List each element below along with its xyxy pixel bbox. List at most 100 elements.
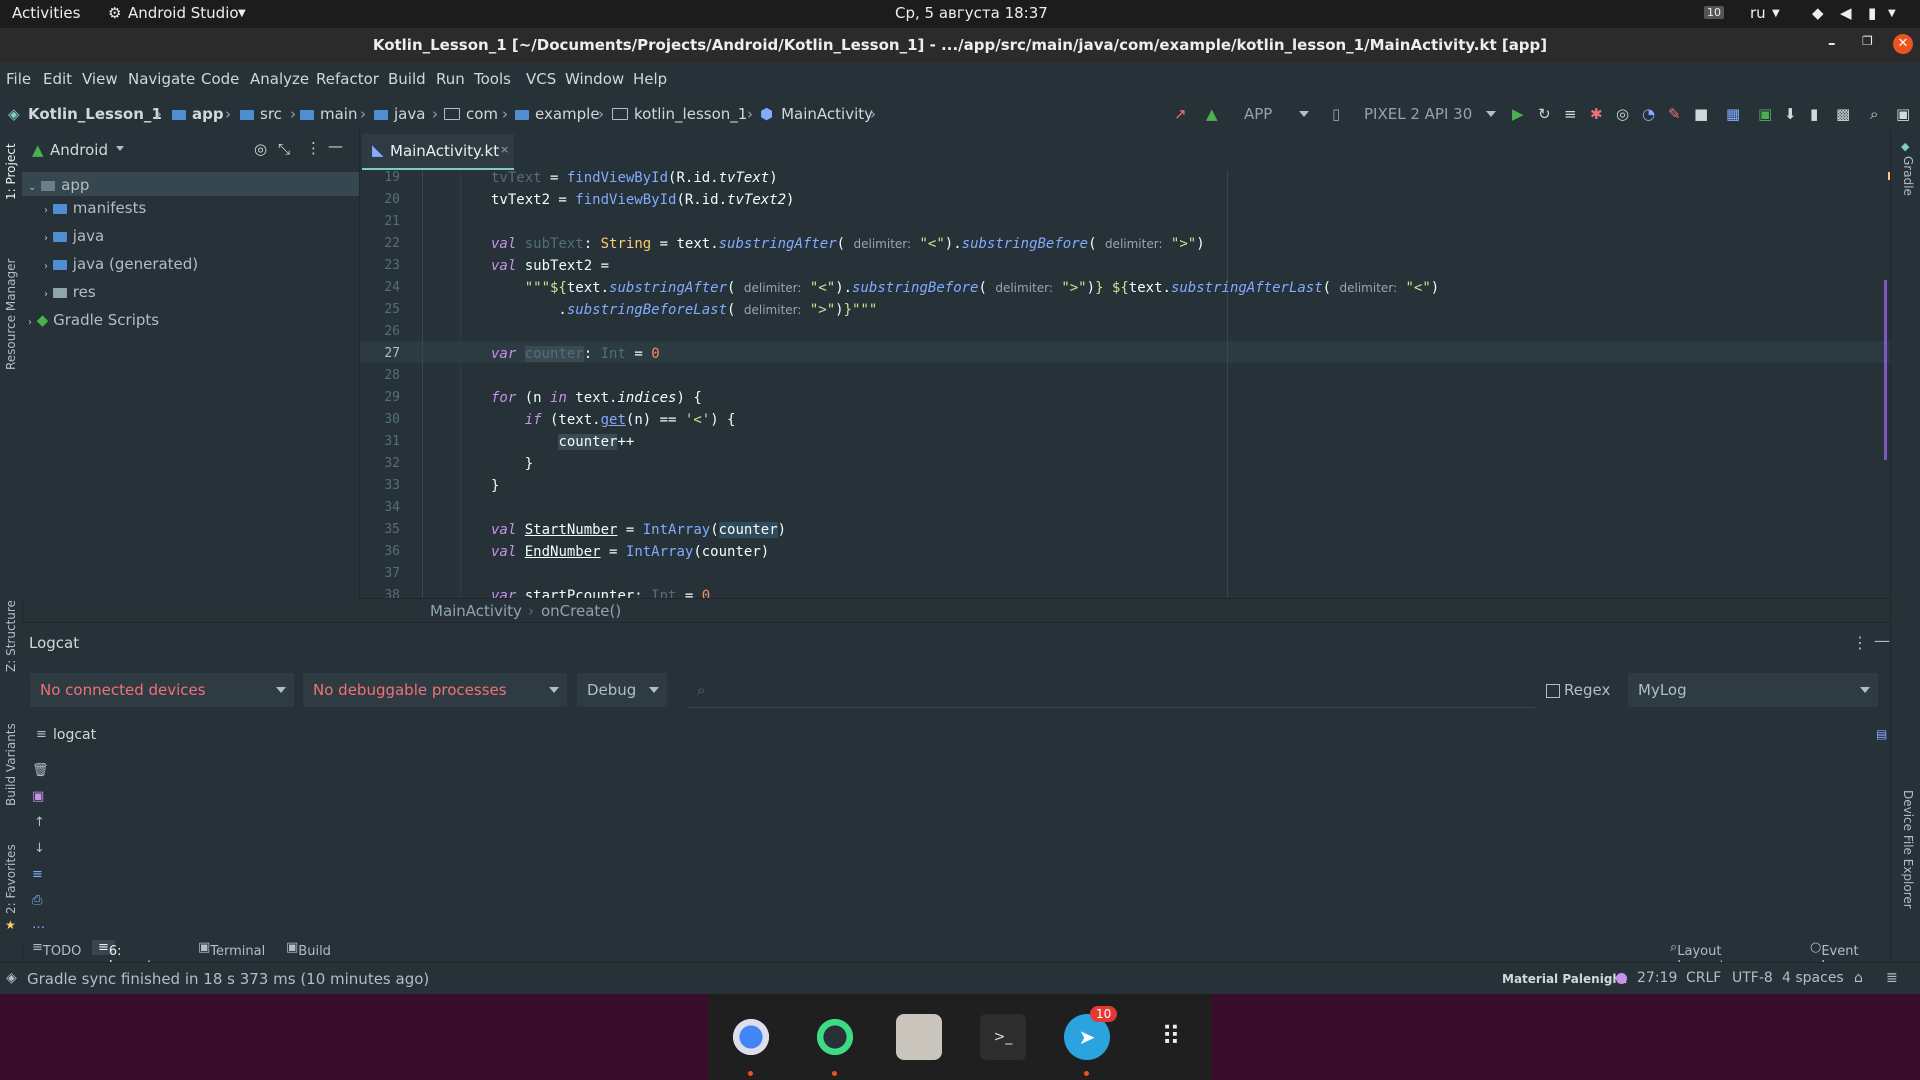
coverage-icon[interactable]: ◎ xyxy=(1616,105,1629,123)
close-icon[interactable]: ✕ xyxy=(1893,34,1913,54)
regex-checkbox[interactable] xyxy=(1546,684,1560,698)
locate-icon[interactable]: ◎ xyxy=(254,140,267,158)
down-arrow-icon[interactable]: ↓ xyxy=(34,841,45,856)
up-arrow-icon[interactable]: ↑ xyxy=(34,815,45,830)
run-config-select[interactable]: APP xyxy=(1244,105,1272,123)
hide-panel-icon[interactable]: — xyxy=(1874,631,1890,650)
volume-icon[interactable]: ◀ xyxy=(1840,4,1852,22)
tool-favorites[interactable]: 2: Favorites xyxy=(4,844,18,914)
tree-item-java[interactable]: › java xyxy=(44,227,104,245)
search-icon[interactable]: ⌕ xyxy=(1870,105,1878,123)
tool-resource-manager[interactable]: Resource Manager xyxy=(4,259,18,370)
hide-panel-icon[interactable]: — xyxy=(328,137,343,155)
breadcrumb-project[interactable]: Kotlin_Lesson_1 xyxy=(28,105,162,123)
tab-layout-inspector[interactable]: ⌕ Layout Inspector xyxy=(1670,940,1738,974)
breadcrumb-main[interactable]: main xyxy=(300,105,357,123)
scroll-marker[interactable] xyxy=(1884,280,1887,460)
minimize-icon[interactable]: – xyxy=(1828,34,1836,52)
filter-dropdown[interactable]: MyLog xyxy=(1628,673,1878,707)
profile-icon[interactable]: ◔ xyxy=(1642,105,1655,123)
scroll-to-end-icon[interactable]: ▣ xyxy=(32,789,44,804)
menu-code[interactable]: Code xyxy=(201,70,239,88)
device-dropdown[interactable]: No connected devices xyxy=(30,673,294,707)
line-separator[interactable]: CRLF xyxy=(1686,970,1721,986)
show-applications-icon[interactable]: ⠿ xyxy=(1148,1014,1194,1060)
app-menu[interactable]: Android Studio xyxy=(128,4,239,22)
code-editor[interactable]: 19 20 21 22 23 24 25 26 27 28 29 30 31 3… xyxy=(360,170,1896,604)
apply-changes-icon[interactable]: ↻ xyxy=(1538,105,1551,123)
clock[interactable]: Ср, 5 августа 18:37 xyxy=(895,4,1048,22)
collapse-all-icon[interactable]: ⤡ xyxy=(278,140,290,158)
clear-logcat-icon[interactable]: 🗑 xyxy=(32,763,49,778)
breadcrumb-app[interactable]: app xyxy=(172,105,224,123)
lock-icon[interactable]: ⌂ xyxy=(1854,970,1863,986)
breadcrumb-com[interactable]: com xyxy=(444,105,498,123)
tool-device-file-explorer[interactable]: Device File Explorer xyxy=(1901,790,1915,909)
maximize-icon[interactable]: ❐ xyxy=(1862,34,1873,48)
tool-build-variants[interactable]: Build Variants xyxy=(4,723,18,806)
tab-mainactivity[interactable]: ◣ MainActivity.kt × xyxy=(362,134,514,170)
tab-todo[interactable]: ≡ TODO xyxy=(32,940,81,959)
project-view-select[interactable]: Android xyxy=(50,141,108,159)
theme-name[interactable]: Material Palenight xyxy=(1502,972,1627,986)
menu-help[interactable]: Help xyxy=(633,70,667,88)
terminal-icon[interactable]: >_ xyxy=(980,1014,1026,1060)
logcat-tab[interactable]: logcat xyxy=(53,727,96,743)
print-icon[interactable]: ⎙ xyxy=(32,893,42,908)
run-icon[interactable]: ▶ xyxy=(1512,105,1524,123)
menu-navigate[interactable]: Navigate xyxy=(128,70,195,88)
tree-item-manifests[interactable]: › manifests xyxy=(44,199,146,217)
battery-icon[interactable]: ▮ xyxy=(1868,4,1876,22)
more-options-icon[interactable]: ⋮ xyxy=(306,139,321,157)
logcat-search-input[interactable]: ⌕ xyxy=(687,673,1535,708)
wifi-icon[interactable]: ◆ xyxy=(1812,4,1824,22)
menu-tools[interactable]: Tools xyxy=(474,70,511,88)
menu-analyze[interactable]: Analyze xyxy=(250,70,309,88)
tree-item-app[interactable]: ⌄ app xyxy=(28,176,89,194)
stop-icon[interactable]: ■ xyxy=(1694,105,1708,123)
breadcrumb-src[interactable]: src xyxy=(240,105,282,123)
more-icon[interactable]: … xyxy=(32,917,45,932)
notification-badge[interactable]: 10 xyxy=(1704,6,1724,19)
memory-indicator-icon[interactable]: ≣ xyxy=(1886,970,1898,986)
tree-item-java-generated[interactable]: › java (generated) xyxy=(44,255,198,273)
close-tab-icon[interactable]: × xyxy=(500,143,509,156)
avatar[interactable]: ▣ xyxy=(1896,105,1910,123)
files-icon[interactable] xyxy=(896,1014,942,1060)
apply-code-changes-icon[interactable]: ≡ xyxy=(1564,105,1577,123)
tool-structure[interactable]: Z: Structure xyxy=(4,600,18,672)
menu-window[interactable]: Window xyxy=(565,70,624,88)
menu-refactor[interactable]: Refactor xyxy=(316,70,379,88)
status-message[interactable]: Gradle sync finished in 18 s 373 ms (10 … xyxy=(27,970,429,988)
hammer-icon[interactable]: ↗ xyxy=(1174,105,1187,123)
breadcrumb-package[interactable]: kotlin_lesson_1 xyxy=(612,105,747,123)
menu-build[interactable]: Build xyxy=(388,70,426,88)
android-studio-icon[interactable] xyxy=(812,1014,858,1060)
menu-run[interactable]: Run xyxy=(436,70,465,88)
caret-position[interactable]: 27:19 xyxy=(1637,970,1677,986)
menu-edit[interactable]: Edit xyxy=(43,70,72,88)
avd-manager-icon[interactable]: ▣ xyxy=(1758,105,1772,123)
soft-wrap-icon[interactable]: ≡ xyxy=(32,867,43,882)
sync-icon[interactable]: ▦ xyxy=(1726,105,1740,123)
device-manager-icon[interactable]: ▮ xyxy=(1810,105,1818,123)
language-indicator[interactable]: ru xyxy=(1750,4,1766,22)
context-class[interactable]: MainActivity xyxy=(430,602,522,620)
breadcrumb-example[interactable]: example xyxy=(515,105,600,123)
menu-file[interactable]: File xyxy=(6,70,31,88)
layout-icon[interactable]: ▤ xyxy=(1876,727,1887,741)
debug-icon[interactable]: ✱ xyxy=(1590,105,1603,123)
log-level-dropdown[interactable]: Debug xyxy=(577,673,667,707)
tab-build[interactable]: ▣ Build xyxy=(286,940,331,959)
tool-gradle[interactable]: Gradle xyxy=(1901,156,1915,196)
tree-item-res[interactable]: › res xyxy=(44,283,96,301)
file-encoding[interactable]: UTF-8 xyxy=(1732,970,1773,986)
tab-terminal[interactable]: ▣ Terminal xyxy=(198,940,265,959)
breadcrumb-java[interactable]: java xyxy=(374,105,425,123)
process-dropdown[interactable]: No debuggable processes xyxy=(303,673,567,707)
activities-button[interactable]: Activities xyxy=(12,4,80,22)
device-select[interactable]: PIXEL 2 API 30 xyxy=(1364,105,1472,123)
tab-logcat[interactable]: ≡ 6: Logcat xyxy=(92,940,152,974)
indent-setting[interactable]: 4 spaces xyxy=(1782,970,1844,986)
tool-project[interactable]: 1: Project xyxy=(4,143,18,200)
